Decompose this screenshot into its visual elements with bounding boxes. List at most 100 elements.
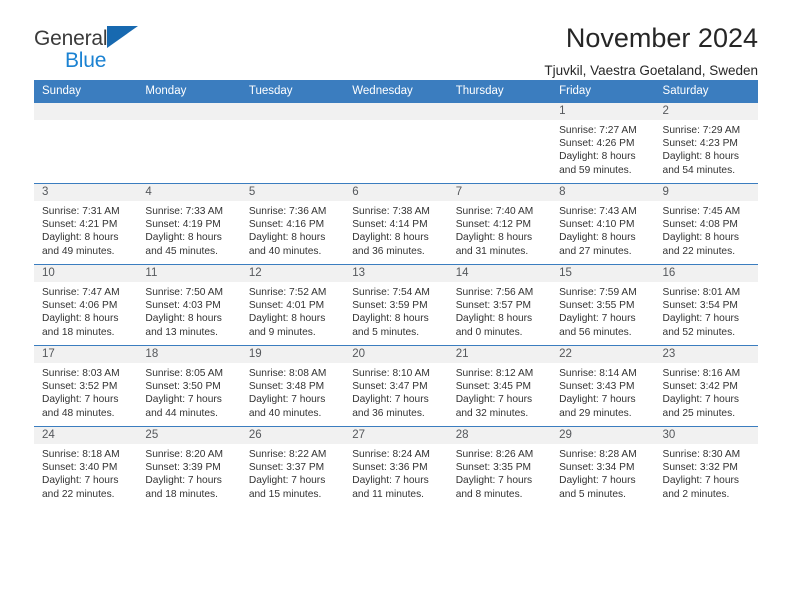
calendar-day-cell-empty	[447, 102, 552, 184]
page-title: November 2024	[565, 23, 758, 53]
calendar-day-cell[interactable]: 11 Sunrise: 7:50 AM Sunset: 4:03 PM Dayligh…	[137, 264, 241, 346]
calendar-day-cell[interactable]: 28 Sunrise: 8:26 AM Sunset: 3:35 PM Dayligh…	[447, 426, 552, 507]
logo-top-row: General	[34, 26, 154, 49]
logo-triangle-icon	[107, 26, 139, 48]
day-number: 3	[34, 184, 138, 201]
sunrise-time: Sunrise: 7:52 AM	[248, 287, 327, 298]
calendar-header: Sunday Monday Tuesday Wednesday Thursday…	[34, 80, 758, 103]
sunset-time: Sunset: 3:57 PM	[455, 300, 532, 312]
calendar-day-cell[interactable]: 4 Sunrise: 7:33 AM Sunset: 4:19 PM Daylight…	[137, 183, 241, 265]
calendar-day-cell[interactable]: 3 Sunrise: 7:31 AM Sunset: 4:21 PM Daylight…	[34, 183, 138, 265]
sunrise-time: Sunrise: 7:27 AM	[559, 125, 637, 136]
calendar-day-cell[interactable]: 23 Sunrise: 8:16 AM Sunset: 3:42 PM Dayligh…	[654, 345, 758, 427]
daylight-duration-line1: Daylight: 7 hours	[145, 475, 222, 487]
daylight-duration-line2: and 29 minutes.	[559, 407, 632, 419]
day-number: 6	[344, 184, 448, 201]
calendar-day-cell[interactable]: 14 Sunrise: 7:56 AM Sunset: 3:57 PM Dayligh…	[447, 264, 552, 346]
sunset-time: Sunset: 3:40 PM	[42, 462, 118, 474]
day-details: Sunrise: 7:50 AM Sunset: 4:03 PM Daylight:…	[137, 282, 240, 339]
sunrise-sunset-calendar: Sunday Monday Tuesday Wednesday Thursday…	[34, 80, 758, 507]
daylight-duration-line2: and 59 minutes.	[559, 164, 632, 176]
calendar-day-cell[interactable]: 19 Sunrise: 8:08 AM Sunset: 3:48 PM Dayligh…	[240, 345, 345, 427]
general-blue-logo[interactable]: General Blue	[34, 22, 154, 71]
sunset-time: Sunset: 3:54 PM	[662, 300, 738, 312]
day-number: 21	[447, 346, 552, 363]
calendar-day-cell[interactable]: 22 Sunrise: 8:14 AM Sunset: 3:43 PM Dayligh…	[551, 345, 655, 427]
sunset-time: Sunset: 3:59 PM	[352, 300, 428, 312]
day-details: Sunrise: 7:43 AM Sunset: 4:10 PM Daylight:…	[551, 201, 654, 258]
daylight-duration-line2: and 18 minutes.	[145, 488, 218, 500]
calendar-day-cell[interactable]: 7 Sunrise: 7:40 AM Sunset: 4:12 PM Daylight…	[447, 183, 552, 265]
daylight-duration-line1: Daylight: 8 hours	[352, 232, 429, 244]
day-details: Sunrise: 7:56 AM Sunset: 3:57 PM Daylight:…	[448, 282, 551, 339]
calendar-day-cell[interactable]: 16 Sunrise: 8:01 AM Sunset: 3:54 PM Dayligh…	[654, 264, 758, 346]
daylight-duration-line1: Daylight: 8 hours	[455, 313, 533, 325]
day-details: Sunrise: 8:18 AM Sunset: 3:40 PM Daylight:…	[34, 444, 137, 501]
sunrise-time: Sunrise: 7:47 AM	[42, 287, 120, 298]
sunrise-time: Sunrise: 8:03 AM	[42, 368, 120, 379]
calendar-day-cell[interactable]: 25 Sunrise: 8:20 AM Sunset: 3:39 PM Dayligh…	[137, 426, 241, 507]
daylight-duration-line2: and 25 minutes.	[662, 407, 736, 419]
daylight-duration-line2: and 22 minutes.	[662, 245, 736, 257]
weekday-header-sunday: Sunday	[34, 80, 138, 103]
calendar-day-cell[interactable]: 12 Sunrise: 7:52 AM Sunset: 4:01 PM Dayligh…	[240, 264, 345, 346]
daylight-duration-line1: Daylight: 7 hours	[559, 394, 636, 406]
calendar-day-cell[interactable]: 2 Sunrise: 7:29 AM Sunset: 4:23 PM Daylight…	[654, 102, 758, 184]
calendar-week-row: 17 Sunrise: 8:03 AM Sunset: 3:52 PM Dayligh…	[34, 345, 758, 427]
sunset-time: Sunset: 4:12 PM	[455, 219, 532, 231]
day-details: Sunrise: 8:20 AM Sunset: 3:39 PM Daylight:…	[137, 444, 240, 501]
sunset-time: Sunset: 3:32 PM	[662, 462, 738, 474]
daylight-duration-line1: Daylight: 7 hours	[248, 475, 326, 487]
calendar-day-cell[interactable]: 15 Sunrise: 7:59 AM Sunset: 3:55 PM Dayligh…	[551, 264, 655, 346]
calendar-day-cell[interactable]: 5 Sunrise: 7:36 AM Sunset: 4:16 PM Daylight…	[240, 183, 345, 265]
calendar-day-cell[interactable]: 1 Sunrise: 7:27 AM Sunset: 4:26 PM Daylight…	[551, 102, 655, 184]
calendar-day-cell[interactable]: 30 Sunrise: 8:30 AM Sunset: 3:32 PM Dayligh…	[654, 426, 758, 507]
sunset-time: Sunset: 4:23 PM	[662, 138, 738, 150]
sunset-time: Sunset: 4:08 PM	[662, 219, 738, 231]
calendar-day-cell[interactable]: 10 Sunrise: 7:47 AM Sunset: 4:06 PM Dayligh…	[34, 264, 138, 346]
calendar-day-cell[interactable]: 29 Sunrise: 8:28 AM Sunset: 3:34 PM Dayligh…	[551, 426, 655, 507]
calendar-day-cell[interactable]: 20 Sunrise: 8:10 AM Sunset: 3:47 PM Dayligh…	[344, 345, 448, 427]
calendar-day-cell[interactable]: 21 Sunrise: 8:12 AM Sunset: 3:45 PM Dayligh…	[447, 345, 552, 427]
sunset-time: Sunset: 4:16 PM	[248, 219, 325, 231]
daylight-duration-line2: and 31 minutes.	[455, 245, 529, 257]
daylight-duration-line1: Daylight: 7 hours	[455, 394, 533, 406]
calendar-day-cell[interactable]: 18 Sunrise: 8:05 AM Sunset: 3:50 PM Dayligh…	[137, 345, 241, 427]
calendar-day-cell[interactable]: 26 Sunrise: 8:22 AM Sunset: 3:37 PM Dayligh…	[240, 426, 345, 507]
weekday-header-thursday: Thursday	[447, 80, 552, 103]
day-number: 4	[137, 184, 241, 201]
sunrise-time: Sunrise: 8:26 AM	[455, 449, 534, 460]
calendar-day-cell[interactable]: 17 Sunrise: 8:03 AM Sunset: 3:52 PM Dayligh…	[34, 345, 138, 427]
sunset-time: Sunset: 3:48 PM	[248, 381, 325, 393]
sunset-time: Sunset: 3:52 PM	[42, 381, 118, 393]
day-details: Sunrise: 8:01 AM Sunset: 3:54 PM Daylight:…	[655, 282, 758, 339]
daylight-duration-line2: and 54 minutes.	[662, 164, 736, 176]
day-details: Sunrise: 8:08 AM Sunset: 3:48 PM Daylight:…	[241, 363, 344, 420]
daylight-duration-line2: and 49 minutes.	[42, 245, 115, 257]
daylight-duration-line1: Daylight: 7 hours	[662, 394, 739, 406]
daylight-duration-line2: and 32 minutes.	[455, 407, 529, 419]
day-number: 1	[551, 103, 655, 120]
calendar-day-cell[interactable]: 13 Sunrise: 7:54 AM Sunset: 3:59 PM Dayligh…	[344, 264, 448, 346]
day-details: Sunrise: 7:40 AM Sunset: 4:12 PM Daylight:…	[448, 201, 551, 258]
sunrise-time: Sunrise: 7:59 AM	[559, 287, 637, 298]
day-details: Sunrise: 7:27 AM Sunset: 4:26 PM Daylight:…	[551, 120, 654, 177]
day-number: 18	[137, 346, 241, 363]
calendar-day-cell[interactable]: 27 Sunrise: 8:24 AM Sunset: 3:36 PM Dayligh…	[344, 426, 448, 507]
daylight-duration-line2: and 22 minutes.	[42, 488, 115, 500]
calendar-day-cell[interactable]: 9 Sunrise: 7:45 AM Sunset: 4:08 PM Daylight…	[654, 183, 758, 265]
day-number: 8	[551, 184, 655, 201]
sunset-time: Sunset: 4:21 PM	[42, 219, 118, 231]
calendar-day-cell[interactable]: 6 Sunrise: 7:38 AM Sunset: 4:14 PM Daylight…	[344, 183, 448, 265]
calendar-day-cell[interactable]: 8 Sunrise: 7:43 AM Sunset: 4:10 PM Daylight…	[551, 183, 655, 265]
calendar-week-row: 10 Sunrise: 7:47 AM Sunset: 4:06 PM Dayligh…	[34, 264, 758, 346]
day-details: Sunrise: 7:54 AM Sunset: 3:59 PM Daylight:…	[344, 282, 447, 339]
day-number: 9	[654, 184, 758, 201]
sunset-time: Sunset: 3:42 PM	[662, 381, 738, 393]
sunrise-time: Sunrise: 7:50 AM	[145, 287, 224, 298]
day-number: 12	[240, 265, 345, 282]
day-details: Sunrise: 8:22 AM Sunset: 3:37 PM Daylight:…	[241, 444, 344, 501]
day-number: 19	[240, 346, 345, 363]
day-details: Sunrise: 8:30 AM Sunset: 3:32 PM Daylight:…	[655, 444, 758, 501]
calendar-day-cell[interactable]: 24 Sunrise: 8:18 AM Sunset: 3:40 PM Dayligh…	[34, 426, 138, 507]
